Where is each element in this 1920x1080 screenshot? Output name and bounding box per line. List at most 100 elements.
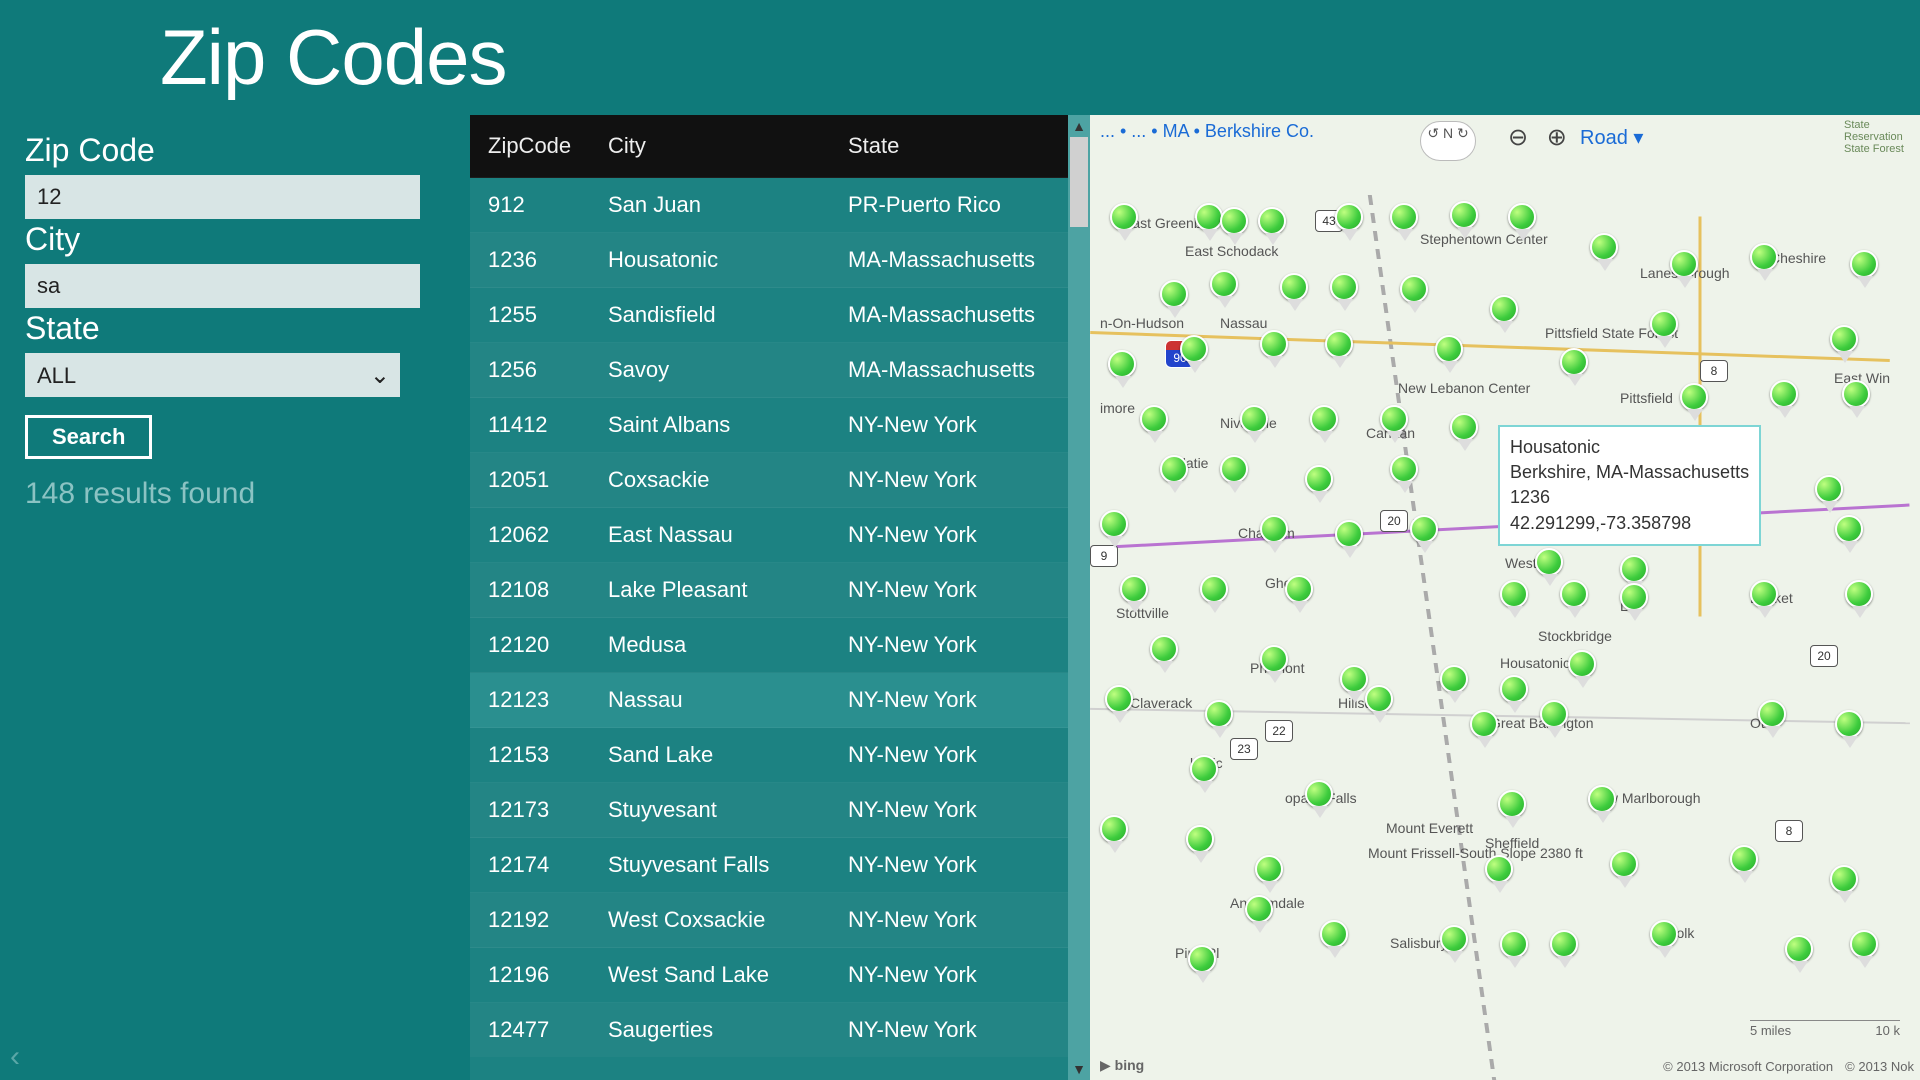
col-zip[interactable]: ZipCode [470, 115, 590, 178]
map-pin-icon[interactable] [1280, 273, 1310, 311]
map-pin-icon[interactable] [1650, 920, 1680, 958]
map-pin-icon[interactable] [1390, 455, 1420, 493]
map-canvas[interactable]: East GreenbuEast SchodackStephentown Cen… [1090, 155, 1920, 1080]
map-pin-icon[interactable] [1110, 203, 1140, 241]
map-pin-icon[interactable] [1590, 233, 1620, 271]
table-row[interactable]: 12196West Sand LakeNY-New York [470, 948, 1090, 1003]
map-pin-icon[interactable] [1550, 930, 1580, 968]
map-pin-icon[interactable] [1730, 845, 1760, 883]
map-pin-icon[interactable] [1180, 335, 1210, 373]
scroll-track[interactable] [1068, 137, 1090, 1058]
map-pin-icon[interactable] [1100, 815, 1130, 853]
map-pin-icon[interactable] [1835, 710, 1865, 748]
scroll-down-icon[interactable]: ▼ [1068, 1058, 1090, 1080]
map-pin-icon[interactable] [1830, 865, 1860, 903]
map-pin-icon[interactable] [1105, 685, 1135, 723]
map-pin-icon[interactable] [1410, 515, 1440, 553]
map-pin-icon[interactable] [1508, 203, 1538, 241]
zoom-out-icon[interactable]: ⊖ [1508, 124, 1528, 151]
map-pin-icon[interactable] [1400, 275, 1430, 313]
map-pin-icon[interactable] [1670, 250, 1700, 288]
map-breadcrumb[interactable]: ... • ... • MA • Berkshire Co. [1100, 121, 1314, 142]
map-pin-icon[interactable] [1240, 405, 1270, 443]
map-pin-icon[interactable] [1150, 635, 1180, 673]
map-pin-icon[interactable] [1842, 380, 1872, 418]
back-chevron-icon[interactable]: ‹ [10, 1040, 20, 1074]
table-row[interactable]: 12108Lake PleasantNY-New York [470, 563, 1090, 618]
map-pin-icon[interactable] [1205, 700, 1235, 738]
zoom-in-icon[interactable]: ⊕ [1547, 124, 1567, 151]
map-pin-icon[interactable] [1260, 515, 1290, 553]
table-row[interactable]: 12477SaugertiesNY-New York [470, 1003, 1090, 1058]
map-pin-icon[interactable] [1220, 455, 1250, 493]
map-pin-icon[interactable] [1845, 580, 1875, 618]
map-pin-icon[interactable] [1120, 575, 1150, 613]
table-row[interactable]: 12173StuyvesantNY-New York [470, 783, 1090, 838]
map-pin-icon[interactable] [1450, 201, 1480, 239]
map-pin-icon[interactable] [1108, 350, 1138, 388]
table-scrollbar[interactable]: ▲ ▼ [1068, 115, 1090, 1080]
map-pin-icon[interactable] [1568, 650, 1598, 688]
map-pin-icon[interactable] [1680, 383, 1710, 421]
map-pin-icon[interactable] [1220, 207, 1250, 245]
map-pin-icon[interactable] [1255, 855, 1285, 893]
zip-input[interactable] [25, 175, 420, 219]
map-pin-icon[interactable] [1650, 310, 1680, 348]
map-pin-icon[interactable] [1140, 405, 1170, 443]
map-pin-icon[interactable] [1620, 583, 1650, 621]
map-pin-icon[interactable] [1335, 520, 1365, 558]
map-pin-icon[interactable] [1435, 335, 1465, 373]
table-row[interactable]: 12174Stuyvesant FallsNY-New York [470, 838, 1090, 893]
map-pin-icon[interactable] [1750, 580, 1780, 618]
map-pin-icon[interactable] [1770, 380, 1800, 418]
map-pin-icon[interactable] [1310, 405, 1340, 443]
map-pin-icon[interactable] [1815, 475, 1845, 513]
map-panel[interactable]: ... • ... • MA • Berkshire Co. ↺ N ↻ ⊖ ⊕… [1090, 115, 1920, 1080]
table-row[interactable]: 1256SavoyMA-Massachusetts [470, 343, 1090, 398]
map-pin-icon[interactable] [1450, 413, 1480, 451]
map-pin-icon[interactable] [1245, 895, 1275, 933]
map-pin-icon[interactable] [1750, 243, 1780, 281]
map-pin-icon[interactable] [1305, 465, 1335, 503]
map-pin-icon[interactable] [1560, 580, 1590, 618]
table-row[interactable]: 12051CoxsackieNY-New York [470, 453, 1090, 508]
table-row[interactable]: 11412Saint AlbansNY-New York [470, 398, 1090, 453]
map-pin-icon[interactable] [1830, 325, 1860, 363]
map-pin-icon[interactable] [1260, 330, 1290, 368]
table-row[interactable]: 1255SandisfieldMA-Massachusetts [470, 288, 1090, 343]
map-pin-icon[interactable] [1365, 685, 1395, 723]
map-pin-icon[interactable] [1850, 250, 1880, 288]
table-row[interactable]: 12153Sand LakeNY-New York [470, 728, 1090, 783]
map-pin-icon[interactable] [1380, 405, 1410, 443]
map-pin-icon[interactable] [1190, 755, 1220, 793]
map-pin-icon[interactable] [1160, 280, 1190, 318]
map-pin-icon[interactable] [1440, 665, 1470, 703]
map-pin-icon[interactable] [1260, 645, 1290, 683]
map-viewmode-dropdown[interactable]: Road ▾ [1580, 125, 1643, 150]
map-pin-icon[interactable] [1588, 785, 1618, 823]
map-pin-icon[interactable] [1320, 920, 1350, 958]
table-row[interactable]: 12062East NassauNY-New York [470, 508, 1090, 563]
scroll-thumb[interactable] [1070, 137, 1088, 227]
state-select[interactable]: ALL [25, 353, 400, 397]
map-pin-icon[interactable] [1335, 203, 1365, 241]
map-pin-icon[interactable] [1500, 930, 1530, 968]
map-pin-icon[interactable] [1500, 675, 1530, 713]
map-pin-icon[interactable] [1390, 203, 1420, 241]
map-pin-icon[interactable] [1560, 348, 1590, 386]
col-state[interactable]: State [830, 115, 1090, 178]
map-pin-icon[interactable] [1160, 455, 1190, 493]
map-pin-icon[interactable] [1498, 790, 1528, 828]
map-pin-icon[interactable] [1500, 580, 1530, 618]
table-row[interactable]: 912San JuanPR-Puerto Rico [470, 178, 1090, 233]
map-pin-icon[interactable] [1440, 925, 1470, 963]
map-pin-icon[interactable] [1210, 270, 1240, 308]
map-pin-icon[interactable] [1835, 515, 1865, 553]
map-pin-icon[interactable] [1850, 930, 1880, 968]
map-pin-icon[interactable] [1540, 700, 1570, 738]
scroll-up-icon[interactable]: ▲ [1068, 115, 1090, 137]
map-pin-icon[interactable] [1470, 710, 1500, 748]
table-row[interactable]: 1236HousatonicMA-Massachusetts [470, 233, 1090, 288]
map-pin-icon[interactable] [1188, 945, 1218, 983]
map-pin-icon[interactable] [1200, 575, 1230, 613]
